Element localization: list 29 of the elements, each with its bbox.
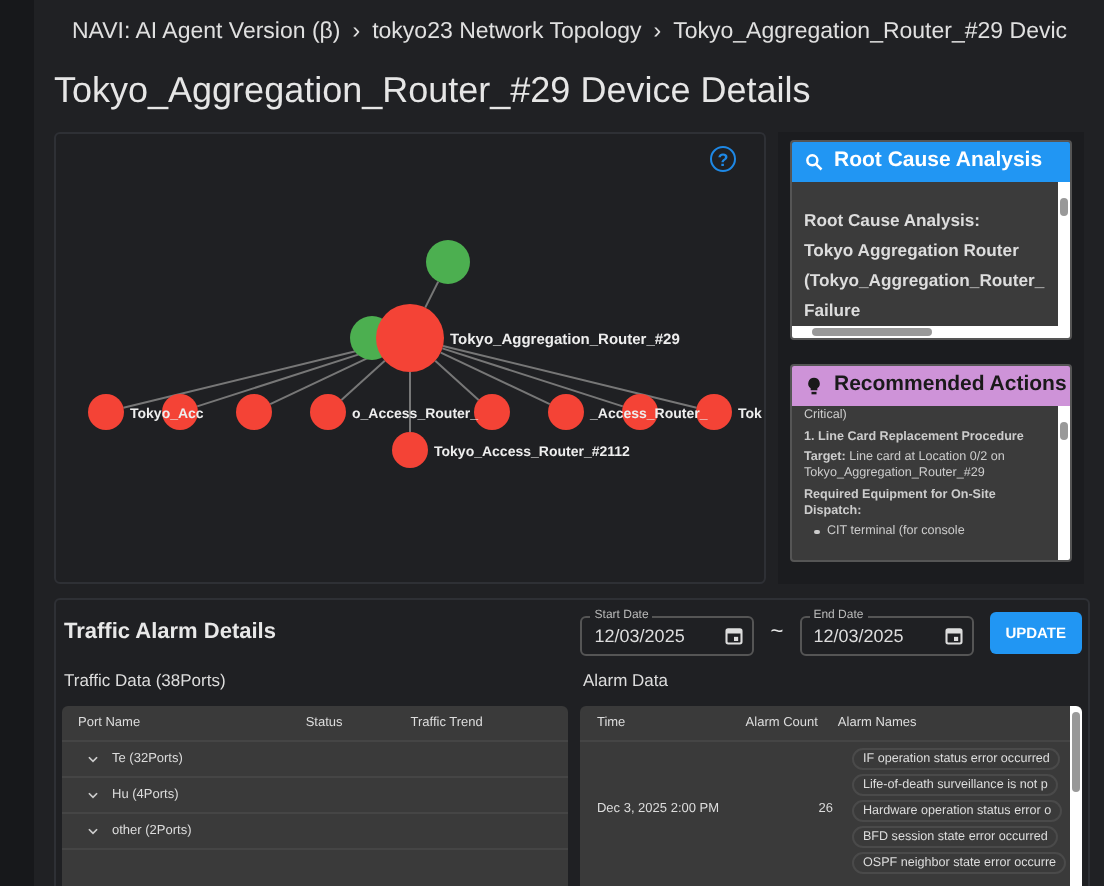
section-subtitle: Traffic Data (38Ports) <box>62 668 228 694</box>
page-title: Tokyo_Aggregation_Router_#29 Device Details <box>54 68 813 115</box>
scrollbar[interactable] <box>1070 706 1082 886</box>
breadcrumb-separator: › <box>653 18 662 48</box>
link-line <box>409 371 411 434</box>
date-value: 12/03/2025 <box>813 623 904 649</box>
bullet-icon <box>814 529 819 535</box>
analysis-text: Tokyo Aggregation Router <box>804 238 1021 264</box>
help-button[interactable]: ? <box>710 146 736 173</box>
section-subtitle: Alarm Data <box>580 668 670 694</box>
card-title: Root Cause Analysis <box>834 146 1043 177</box>
card-title: Recommended Actions <box>834 370 1067 401</box>
analysis-text: Root Cause Analysis: <box>804 208 983 234</box>
analysis-text: (Tokyo_Aggregation_Router_ <box>804 268 1046 294</box>
breadcrumb-link[interactable]: NAVI: AI Agent Version (β) <box>72 16 341 51</box>
analysis-text: Failure <box>804 298 863 324</box>
scrollbar[interactable] <box>1058 182 1070 327</box>
lightbulb-icon <box>804 376 824 397</box>
calendar-icon <box>943 626 964 647</box>
section-title: Traffic Alarm Details <box>62 618 278 648</box>
scrollbar[interactable] <box>1058 406 1070 561</box>
range-separator: ~ <box>770 618 784 648</box>
scrollbar[interactable] <box>792 326 1070 339</box>
link-line <box>424 281 440 310</box>
date-value: 12/03/2025 <box>594 623 685 649</box>
calendar-icon <box>724 626 745 647</box>
breadcrumb-link[interactable]: tokyo23 Network Topology <box>372 16 642 51</box>
search-icon <box>804 152 824 173</box>
breadcrumb-separator: › <box>352 18 361 48</box>
